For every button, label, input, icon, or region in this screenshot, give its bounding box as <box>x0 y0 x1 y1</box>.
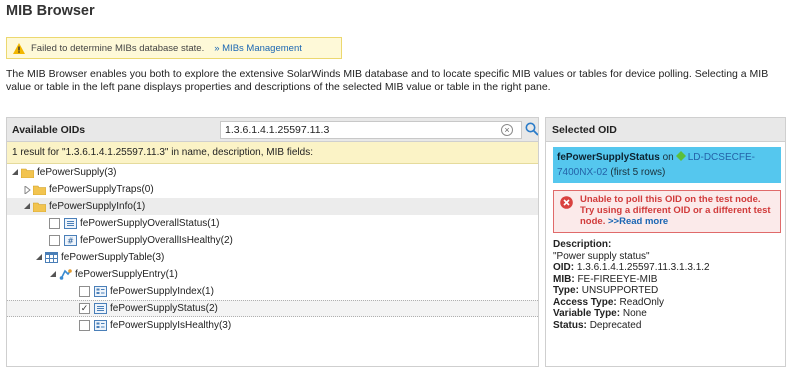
selected-oid-title: Selected OID <box>552 123 617 136</box>
intro-text: The MIB Browser enables you both to expl… <box>6 68 769 93</box>
read-more-link[interactable]: >>Read more <box>608 216 668 227</box>
variable-type-value: None <box>622 308 647 319</box>
selected-oid-panel: Selected OID fePowerSupplyStatus on LD-DC… <box>545 117 786 367</box>
oid-label: OID: <box>553 262 575 273</box>
row-checkbox[interactable] <box>79 320 90 331</box>
tree-label[interactable]: fePowerSupplyOverallIsHealthy(2) <box>80 235 233 246</box>
table-icon <box>45 252 58 263</box>
row-checkbox-checked[interactable]: ✓ <box>79 303 90 314</box>
available-oids-title: Available OIDs <box>12 123 86 136</box>
description-label: Description: <box>553 239 612 250</box>
description-value: "Power supply status" <box>553 250 650 262</box>
mib-label: MIB: <box>553 273 575 285</box>
oid-tree: fePowerSupply(3) fePowerSupplyTraps(0) f… <box>7 164 538 334</box>
tree-row-fepowersupplystatus[interactable]: ✓ fePowerSupplyStatus(2) <box>7 300 538 317</box>
selected-rows-text: (first 5 rows) <box>610 167 666 178</box>
selected-oid-box: fePowerSupplyStatus on LD-DCSECFE-7400NX-… <box>553 147 781 183</box>
oid-search-input[interactable] <box>221 122 501 138</box>
warning-icon <box>13 42 25 54</box>
tree-row-fepowersupplyindex[interactable]: fePowerSupplyIndex(1) <box>7 283 538 300</box>
tree-row-fepowersupplyoverallishealthy[interactable]: # fePowerSupplyOverallIsHealthy(2) <box>7 232 538 249</box>
value-list-icon <box>94 320 107 331</box>
collapsed-arrow-icon[interactable] <box>23 185 31 194</box>
folder-icon <box>33 202 46 212</box>
available-oids-panel: Available OIDs × 1 result for "1.3.6.1.4… <box>6 117 539 367</box>
poll-error-box: Unable to poll this OID on the test node… <box>553 190 781 233</box>
folder-icon <box>21 168 34 178</box>
tree-row-fepowersupplyoverallstatus[interactable]: fePowerSupplyOverallStatus(1) <box>7 215 538 232</box>
node-status-icon <box>675 151 686 161</box>
value-list-icon <box>94 286 107 297</box>
tree-label[interactable]: fePowerSupplyInfo(1) <box>49 201 145 212</box>
tree-row-fepowersupplyentry[interactable]: fePowerSupplyEntry(1) <box>7 266 538 283</box>
status-value: Deprecated <box>589 319 642 331</box>
variable-type-label: Variable Type: <box>553 308 621 319</box>
warning-text: Failed to determine MIBs database state. <box>31 42 205 54</box>
tree-row-fepowersupplytraps[interactable]: fePowerSupplyTraps(0) <box>7 181 538 198</box>
tree-row-fepowersupplyinfo[interactable]: fePowerSupplyInfo(1) <box>7 198 538 215</box>
entry-icon <box>59 269 72 280</box>
selected-on-text: on <box>662 152 674 163</box>
selected-oid-name: fePowerSupplyStatus <box>557 152 660 163</box>
search-result-bar: 1 result for "1.3.6.1.4.1.25597.11.3" in… <box>7 142 538 164</box>
tree-row-fepowersupply[interactable]: fePowerSupply(3) <box>7 164 538 181</box>
row-checkbox[interactable] <box>49 218 60 229</box>
folder-icon <box>33 185 46 195</box>
mib-value: FE-FIREEYE-MIB <box>577 273 658 285</box>
tree-row-fepowersupplytable[interactable]: fePowerSupplyTable(3) <box>7 249 538 266</box>
tree-label[interactable]: fePowerSupplyTable(3) <box>61 252 164 263</box>
expanded-arrow-icon[interactable] <box>49 270 57 279</box>
expanded-arrow-icon[interactable] <box>11 168 19 177</box>
tree-label[interactable]: fePowerSupplyTraps(0) <box>49 184 154 195</box>
clear-search-icon[interactable]: × <box>501 124 513 136</box>
oid-value: 1.3.6.1.4.1.25597.11.3.1.3.1.2 <box>576 262 710 273</box>
tree-label[interactable]: fePowerSupplyStatus(2) <box>110 303 218 314</box>
oid-search-box: × <box>220 121 522 139</box>
access-type-value: ReadOnly <box>619 296 664 308</box>
page-title: MIB Browser <box>6 3 95 19</box>
selected-oid-header: Selected OID <box>546 118 785 142</box>
value-list-icon <box>64 218 77 229</box>
mibs-management-link[interactable]: » MIBs Management <box>214 43 302 54</box>
expanded-arrow-icon[interactable] <box>35 253 43 262</box>
expanded-arrow-icon[interactable] <box>23 202 31 211</box>
error-icon <box>560 196 573 209</box>
svg-text:#: # <box>67 237 74 246</box>
tree-label[interactable]: fePowerSupply(3) <box>37 167 116 178</box>
row-checkbox[interactable] <box>49 235 60 246</box>
type-value: UNSUPPORTED <box>581 285 659 296</box>
numeric-value-icon: # <box>64 235 77 246</box>
access-type-label: Access Type: <box>553 296 617 308</box>
tree-label[interactable]: fePowerSupplyOverallStatus(1) <box>80 218 220 229</box>
tree-label[interactable]: fePowerSupplyIndex(1) <box>110 286 214 297</box>
tree-row-fepowersupplyishealthy[interactable]: fePowerSupplyIsHealthy(3) <box>7 317 538 334</box>
oid-details: Description: "Power supply status" OID: … <box>553 239 781 331</box>
row-checkbox[interactable] <box>79 286 90 297</box>
status-label: Status: <box>553 319 587 331</box>
tree-label[interactable]: fePowerSupplyIsHealthy(3) <box>110 320 231 331</box>
tree-label[interactable]: fePowerSupplyEntry(1) <box>75 269 178 280</box>
type-label: Type: <box>553 285 579 296</box>
search-icon[interactable] <box>525 122 539 136</box>
warning-banner: Failed to determine MIBs database state.… <box>6 37 342 59</box>
value-list-icon <box>94 303 107 314</box>
available-oids-header: Available OIDs × <box>7 118 538 142</box>
